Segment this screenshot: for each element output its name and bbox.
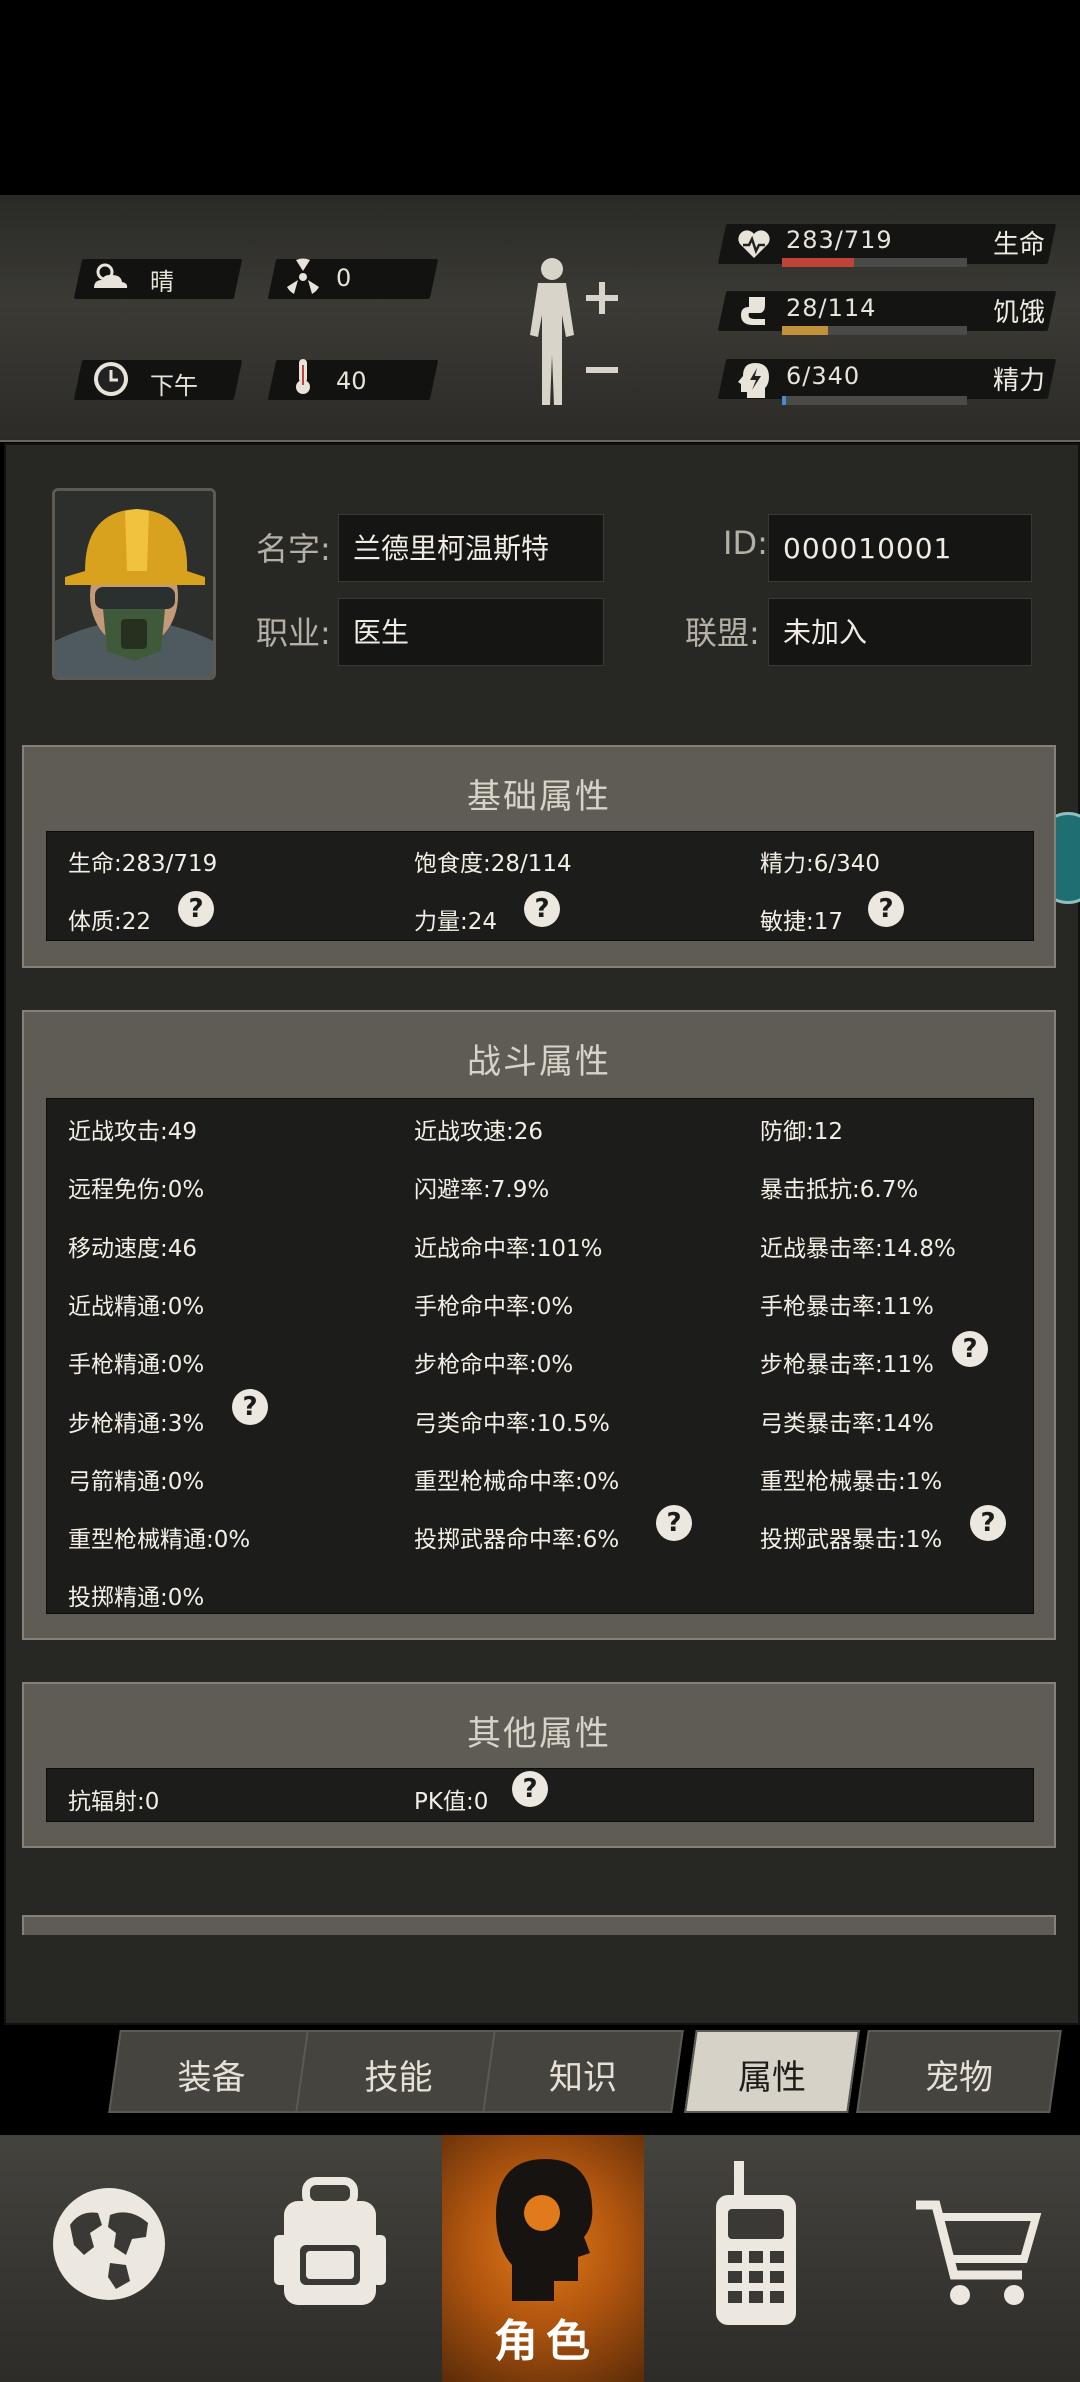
combat-attr: 近战攻击:49	[68, 1119, 198, 1145]
head-profile-icon	[496, 2159, 593, 2301]
life-meter	[782, 258, 967, 267]
hunger-value: 28/114	[786, 294, 877, 322]
combat-attr: 重型枪械暴击:1%	[760, 1469, 943, 1495]
time-text: 下午	[150, 372, 198, 400]
heart-icon	[738, 230, 770, 258]
combat-attr: 步枪精通:3%	[68, 1411, 205, 1437]
combat-attr: 投掷精通:0%	[68, 1585, 205, 1611]
character-portrait-icon	[55, 491, 213, 677]
strength-help-icon[interactable]: ?	[524, 891, 560, 927]
combat-attributes-title: 战斗属性	[467, 1042, 611, 1082]
combat-attr: 弓类暴击率:14%	[760, 1411, 934, 1437]
rifle-crit-help-icon[interactable]: ?	[952, 1331, 988, 1367]
head-energy-icon	[738, 363, 769, 398]
alliance-label: 联盟:	[685, 614, 760, 652]
job-field: 医生	[338, 598, 604, 666]
energy-meter-fill	[782, 396, 786, 405]
basic-attributes-title: 基础属性	[467, 777, 611, 817]
stomach-icon	[741, 297, 765, 325]
combat-attr: 步枪命中率:0%	[414, 1352, 574, 1378]
pk-help-icon[interactable]: ?	[512, 1771, 548, 1807]
hunger-meter	[782, 326, 967, 335]
id-label: ID:	[723, 524, 768, 562]
temperature-value: 40	[336, 367, 367, 395]
combat-attr: 手枪精通:0%	[68, 1352, 205, 1378]
radiation-value: 0	[336, 264, 352, 292]
shopping-cart-icon	[916, 2200, 1042, 2305]
basic-satiety: 饱食度:28/114	[414, 851, 572, 877]
tab-attributes-label: 属性	[738, 2058, 806, 2098]
weather-sunny-icon	[94, 263, 128, 288]
nav-radio-button[interactable]	[644, 2135, 860, 2382]
pk-value: PK值:0	[414, 1789, 489, 1815]
walkie-talkie-icon	[716, 2161, 796, 2325]
combat-attr: 移动速度:46	[68, 1236, 198, 1262]
constitution-help-icon[interactable]: ?	[178, 891, 214, 927]
combat-attr: 重型枪械精通:0%	[68, 1527, 251, 1553]
other-attributes-section: 其他属性	[22, 1682, 1056, 1848]
energy-meter	[782, 396, 967, 405]
radiation-icon	[287, 258, 319, 294]
name-field: 兰德里柯温斯特	[338, 514, 604, 582]
life-meter-fill	[782, 258, 855, 267]
combat-attr: 步枪暴击率:11%	[760, 1352, 934, 1378]
combat-attr: 近战精通:0%	[68, 1294, 205, 1320]
tab-equipment-label: 装备	[177, 2058, 246, 2098]
combat-attr: 闪避率:7.9%	[414, 1177, 550, 1203]
alliance-field: 未加入	[768, 598, 1032, 666]
combat-attr: 近战暴击率:14.8%	[760, 1236, 956, 1262]
name-label: 名字:	[256, 530, 331, 568]
energy-label: 精力	[993, 366, 1046, 396]
tab-knowledge-label: 知识	[549, 2058, 617, 2098]
combat-attr: 弓箭精通:0%	[68, 1469, 205, 1495]
hunger-label: 饥饿	[993, 298, 1046, 328]
nav-backpack-button[interactable]	[220, 2135, 442, 2382]
throw-hit-help-icon[interactable]: ?	[656, 1505, 692, 1541]
nav-shop-button[interactable]	[860, 2135, 1080, 2382]
combat-attr: 投掷武器命中率:6%	[414, 1527, 620, 1553]
combat-attr: 防御:12	[760, 1119, 844, 1145]
body-status-icon[interactable]	[520, 255, 625, 410]
combat-attr: 投掷武器暴击:1%	[760, 1527, 943, 1553]
life-label: 生命	[993, 230, 1046, 260]
basic-agility: 敏捷:17	[760, 909, 844, 935]
avatar[interactable]	[52, 488, 216, 680]
clock-icon	[94, 362, 128, 396]
combat-attr: 手枪暴击率:11%	[760, 1294, 934, 1320]
rifle-mastery-help-icon[interactable]: ?	[232, 1389, 268, 1425]
combat-attr: 近战攻速:26	[414, 1119, 544, 1145]
combat-attr: 暴击抵抗:6.7%	[760, 1177, 919, 1203]
basic-energy: 精力:6/340	[760, 851, 881, 877]
basic-life: 生命:283/719	[68, 851, 218, 877]
tab-skills-label: 技能	[364, 2058, 433, 2098]
backpack-icon	[274, 2177, 386, 2305]
weather-text: 晴	[150, 268, 174, 296]
id-field: 000010001	[768, 514, 1032, 582]
globe-icon	[53, 2188, 165, 2300]
nav-role-button[interactable]: 角色	[442, 2135, 644, 2382]
next-section-edge	[22, 1915, 1056, 1935]
combat-attr: 近战命中率:101%	[414, 1236, 603, 1262]
other-attributes-title: 其他属性	[467, 1714, 611, 1754]
life-value: 283/719	[786, 226, 893, 254]
radiation-resist: 抗辐射:0	[68, 1789, 160, 1815]
basic-strength: 力量:24	[414, 909, 498, 935]
energy-value: 6/340	[786, 362, 861, 390]
throw-crit-help-icon[interactable]: ?	[970, 1505, 1006, 1541]
nav-world-button[interactable]	[0, 2135, 220, 2382]
nav-role-label: 角色	[494, 2316, 598, 2367]
hunger-meter-fill	[782, 326, 829, 335]
combat-attr: 远程免伤:0%	[68, 1177, 205, 1203]
job-label: 职业:	[256, 614, 331, 652]
basic-constitution: 体质:22	[68, 909, 152, 935]
agility-help-icon[interactable]: ?	[868, 891, 904, 927]
combat-attr: 重型枪械命中率:0%	[414, 1469, 620, 1495]
tab-pets-label: 宠物	[925, 2058, 993, 2098]
combat-attr: 手枪命中率:0%	[414, 1294, 574, 1320]
thermometer-icon	[296, 359, 310, 394]
combat-attr: 弓类命中率:10.5%	[414, 1411, 610, 1437]
